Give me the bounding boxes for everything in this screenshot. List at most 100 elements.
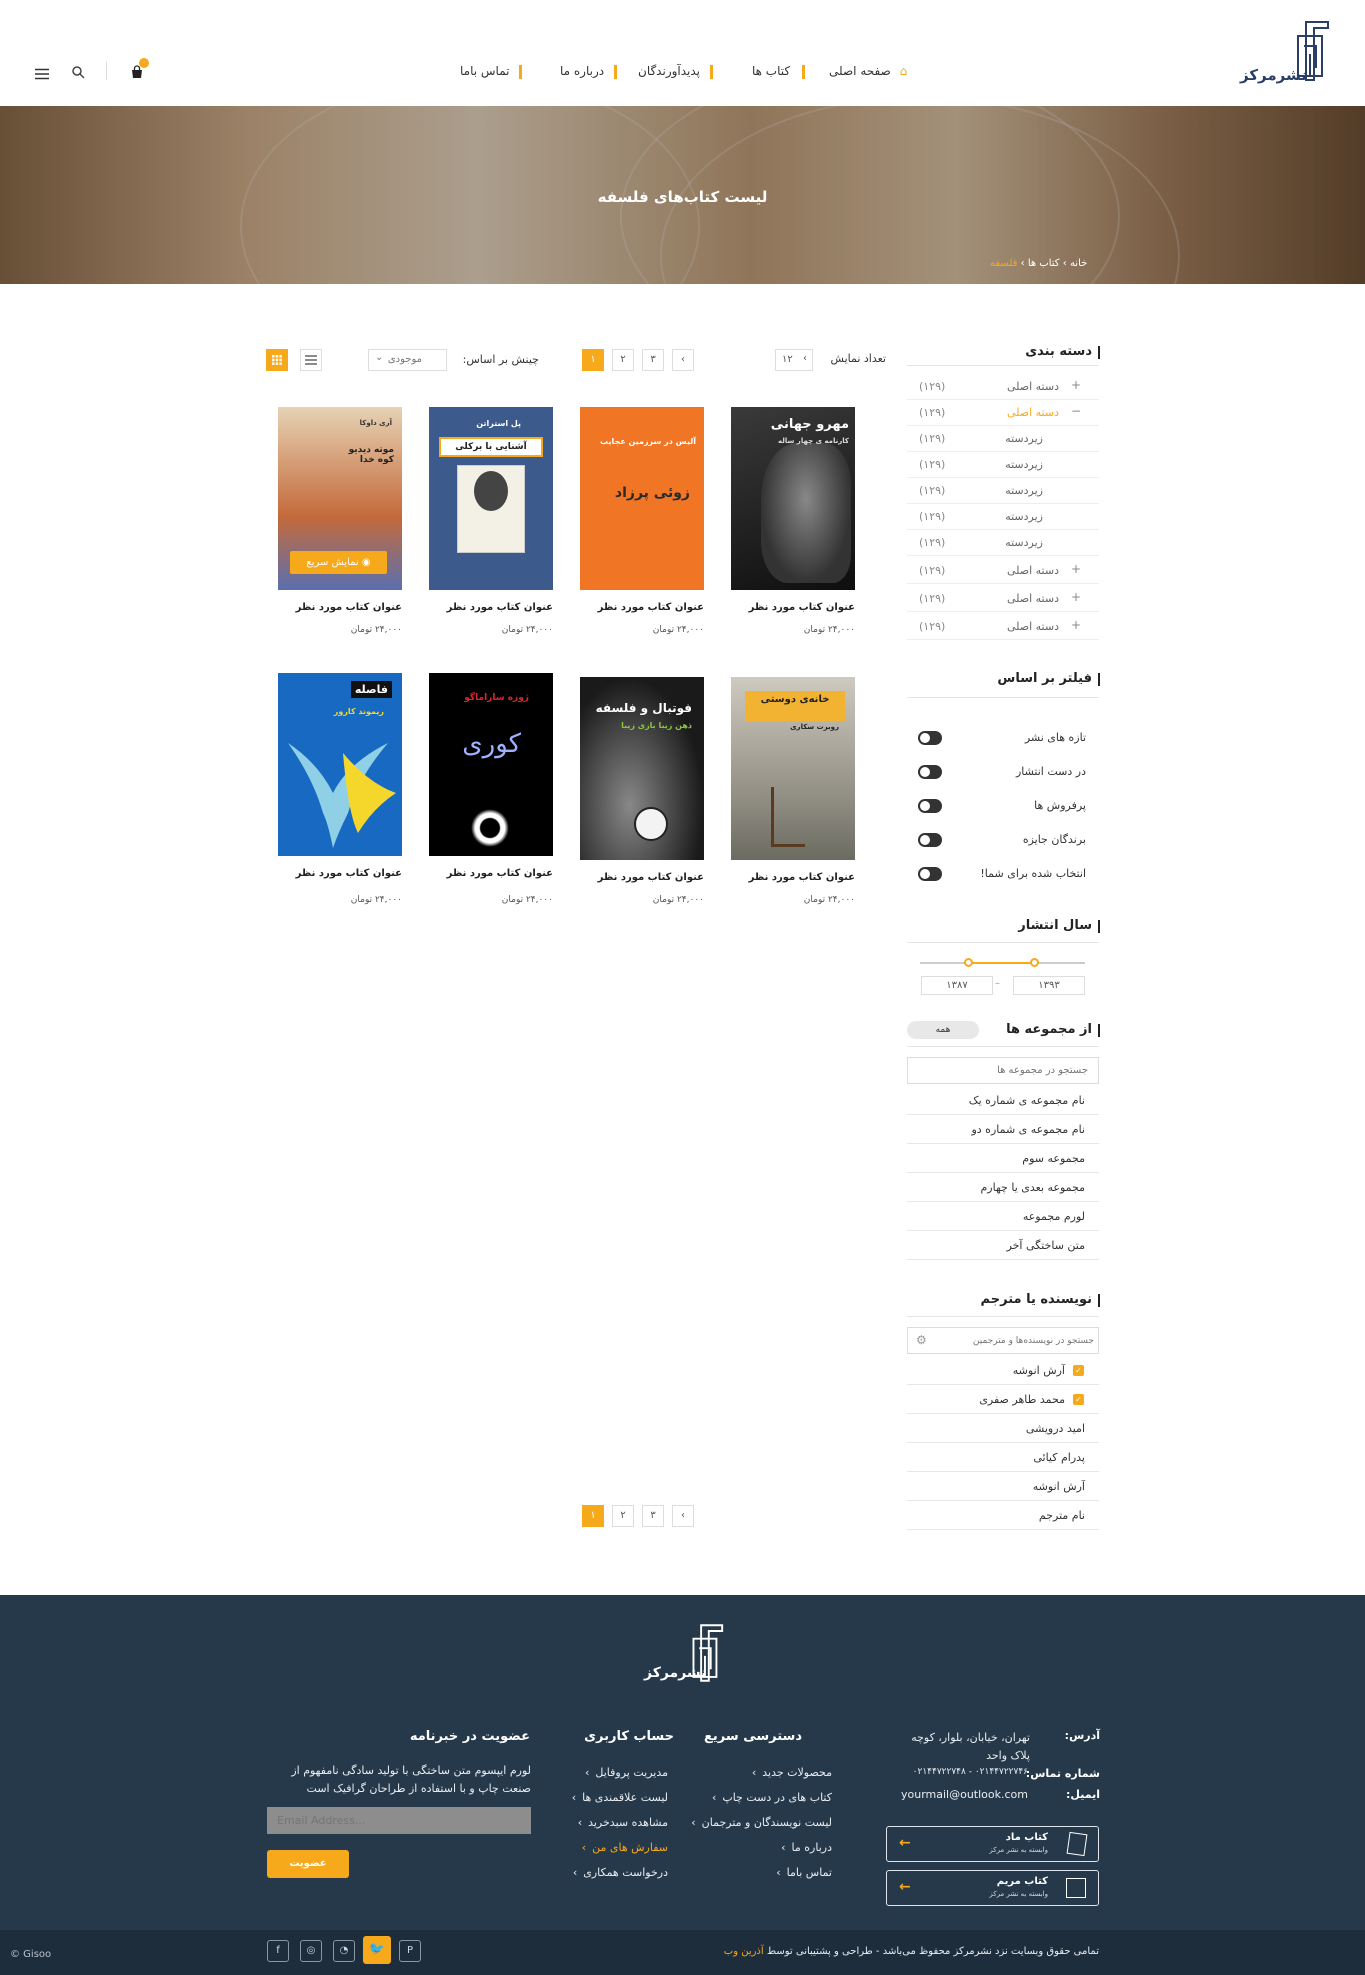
authors-search-input[interactable] xyxy=(936,1331,1094,1350)
collection-item[interactable]: لورم مجموعه xyxy=(907,1202,1099,1231)
book-cover[interactable]: فوتبال و فلسفه ذهن زیبا بازی زیبا xyxy=(580,677,704,860)
newsletter-email-input[interactable] xyxy=(267,1807,531,1834)
collections-search-input[interactable] xyxy=(907,1057,1099,1084)
book-cover[interactable]: ژوزه ساراماگو کوری xyxy=(429,673,553,856)
collection-item[interactable]: نام مجموعه ی شماره دو xyxy=(907,1115,1099,1144)
category-row[interactable]: + دسته اصلی (۱۲۹) xyxy=(907,614,1099,640)
twitter-icon[interactable]: 🐦 xyxy=(363,1936,391,1964)
page-button-2[interactable]: ۲ xyxy=(612,349,634,371)
facebook-icon[interactable]: f xyxy=(267,1940,289,1962)
collection-item[interactable]: مجموعه سوم xyxy=(907,1144,1099,1173)
nav-home[interactable]: صفحه اصلی ⌂ xyxy=(829,64,907,78)
per-page-select[interactable]: ۱۲ ‹ xyxy=(775,349,813,371)
page-button-3[interactable]: ۳ xyxy=(642,349,664,371)
cart-button[interactable]: ۰ xyxy=(130,58,149,80)
category-row[interactable]: زیردسته (۱۲۹) xyxy=(907,478,1099,504)
nav-contact[interactable]: تماس باما xyxy=(460,64,523,79)
page-button-3[interactable]: ۳ xyxy=(642,1505,664,1527)
footer-account-link[interactable]: درخواست همکاری › xyxy=(500,1866,668,1879)
search-button[interactable] xyxy=(71,64,87,80)
pinterest-icon[interactable]: P xyxy=(399,1940,421,1962)
page-button-1[interactable]: ۱ xyxy=(582,1505,604,1527)
product-title[interactable]: عنوان کتاب مورد نظر xyxy=(598,872,704,883)
author-item[interactable]: ✓ محمد طاهر صفری xyxy=(907,1385,1099,1414)
book-cover[interactable]: آلیس در سرزمین عجایب زوئی پرزاد xyxy=(580,407,704,590)
category-row[interactable]: + دسته اصلی (۱۲۹) xyxy=(907,374,1099,400)
sort-select[interactable]: موجودی ⌄ xyxy=(368,349,447,371)
footer-quick-link[interactable]: تماس باما › xyxy=(640,1866,832,1879)
nav-books[interactable]: کتاب ها xyxy=(752,64,805,79)
checkbox-checked-icon[interactable]: ✓ xyxy=(1073,1365,1084,1376)
book-cover[interactable]: مهرو جهانی کارنامه ی چهار ساله xyxy=(731,407,855,590)
book-cover[interactable]: فاصله ریموند کارور xyxy=(278,673,402,856)
category-row[interactable]: + دسته اصلی (۱۲۹) xyxy=(907,586,1099,612)
product-title[interactable]: عنوان کتاب مورد نظر xyxy=(447,868,553,879)
email-value[interactable]: yourmail@outlook.com xyxy=(880,1788,1028,1801)
instagram-icon[interactable]: ◎ xyxy=(300,1940,322,1962)
footer-quick-link[interactable]: درباره ما › xyxy=(640,1841,832,1854)
author-item[interactable]: نام مترجم xyxy=(907,1501,1099,1530)
brand-link-mad[interactable]: کتاب ماد وابسته به نشر مرکز ← xyxy=(886,1826,1099,1862)
footer-account-link[interactable]: مدیریت پروفایل › xyxy=(500,1766,668,1779)
page-prev-button[interactable]: ‹ xyxy=(672,349,694,371)
grid-view-button[interactable] xyxy=(266,349,288,371)
site-logo[interactable]: نشرمرکز xyxy=(1240,18,1332,88)
category-row[interactable]: زیردسته (۱۲۹) xyxy=(907,530,1099,556)
category-row[interactable]: − دسته اصلی (۱۲۹) xyxy=(907,400,1099,426)
author-item[interactable]: امید درویشی xyxy=(907,1414,1099,1443)
list-view-button[interactable] xyxy=(300,349,322,371)
footer-logo[interactable]: نشرمرکز xyxy=(640,1621,726,1691)
breadcrumb-home[interactable]: خانه xyxy=(1070,258,1087,269)
newsletter-submit-button[interactable]: عضویت xyxy=(267,1850,349,1878)
book-cover[interactable]: خانه‌ی دوستی روبرت سکاری xyxy=(731,677,855,860)
product-title[interactable]: عنوان کتاب مورد نظر xyxy=(598,602,704,613)
product-title[interactable]: عنوان کتاب مورد نظر xyxy=(749,872,855,883)
footer-account-link[interactable]: سفارش های من › xyxy=(500,1841,668,1854)
plus-icon[interactable]: + xyxy=(1071,562,1081,576)
filter-toggle[interactable] xyxy=(918,731,942,745)
book-cover[interactable]: آری داوکا موته دیدیو کوه خدا ◉ نمایش سری… xyxy=(278,407,402,590)
nav-about[interactable]: درباره ما xyxy=(560,64,617,79)
footer-quick-link[interactable]: محصولات جدید › xyxy=(640,1766,832,1779)
plus-icon[interactable]: + xyxy=(1071,618,1081,632)
filter-toggle[interactable] xyxy=(918,867,942,881)
minus-icon[interactable]: − xyxy=(1071,404,1081,418)
page-prev-button[interactable]: ‹ xyxy=(672,1505,694,1527)
footer-quick-link[interactable]: کتاب های در دست چاپ › xyxy=(640,1791,832,1804)
rss-icon[interactable]: ◔ xyxy=(333,1940,355,1962)
nav-creators[interactable]: پدیدآورندگان xyxy=(638,64,713,79)
page-button-2[interactable]: ۲ xyxy=(612,1505,634,1527)
page-button-1[interactable]: ۱ xyxy=(582,349,604,371)
breadcrumb-books[interactable]: کتاب ها xyxy=(1028,258,1060,269)
footer-account-link[interactable]: لیست علاقمندی ها › xyxy=(500,1791,668,1804)
plus-icon[interactable]: + xyxy=(1071,378,1081,392)
menu-button[interactable] xyxy=(34,65,50,80)
quick-view-button[interactable]: ◉ نمایش سریع xyxy=(290,551,387,574)
filter-toggle[interactable] xyxy=(918,799,942,813)
product-title[interactable]: عنوان کتاب مورد نظر xyxy=(447,602,553,613)
filter-toggle[interactable] xyxy=(918,765,942,779)
author-item[interactable]: پدرام کیائی xyxy=(907,1443,1099,1472)
authors-search-box[interactable]: ⚙ xyxy=(907,1327,1099,1354)
product-title[interactable]: عنوان کتاب مورد نظر xyxy=(749,602,855,613)
designer-link[interactable]: آذرین وب xyxy=(724,1946,764,1957)
year-slider-handle-min[interactable] xyxy=(963,958,973,967)
category-row[interactable]: + دسته اصلی (۱۲۹) xyxy=(907,558,1099,584)
year-slider[interactable] xyxy=(920,958,1085,967)
year-slider-handle-max[interactable] xyxy=(1029,958,1039,967)
category-row[interactable]: زیردسته (۱۲۹) xyxy=(907,426,1099,452)
collections-all-button[interactable]: همه xyxy=(907,1021,979,1039)
author-item[interactable]: ✓ آرش انوشه xyxy=(907,1356,1099,1385)
collection-item[interactable]: مجموعه بعدی یا چهارم xyxy=(907,1173,1099,1202)
product-title[interactable]: عنوان کتاب مورد نظر xyxy=(296,602,402,613)
category-row[interactable]: زیردسته (۱۲۹) xyxy=(907,504,1099,530)
author-item[interactable]: آرش انوشه xyxy=(907,1472,1099,1501)
brand-link-maryam[interactable]: کتاب مریم وابسته به نشر مرکز ← xyxy=(886,1870,1099,1906)
category-row[interactable]: زیردسته (۱۲۹) xyxy=(907,452,1099,478)
plus-icon[interactable]: + xyxy=(1071,590,1081,604)
footer-account-link[interactable]: مشاهده سبدخرید › xyxy=(500,1816,668,1829)
checkbox-checked-icon[interactable]: ✓ xyxy=(1073,1394,1084,1405)
collection-item[interactable]: متن ساختگی آخر xyxy=(907,1231,1099,1260)
collection-item[interactable]: نام مجموعه ی شماره یک xyxy=(907,1086,1099,1115)
filter-toggle[interactable] xyxy=(918,833,942,847)
